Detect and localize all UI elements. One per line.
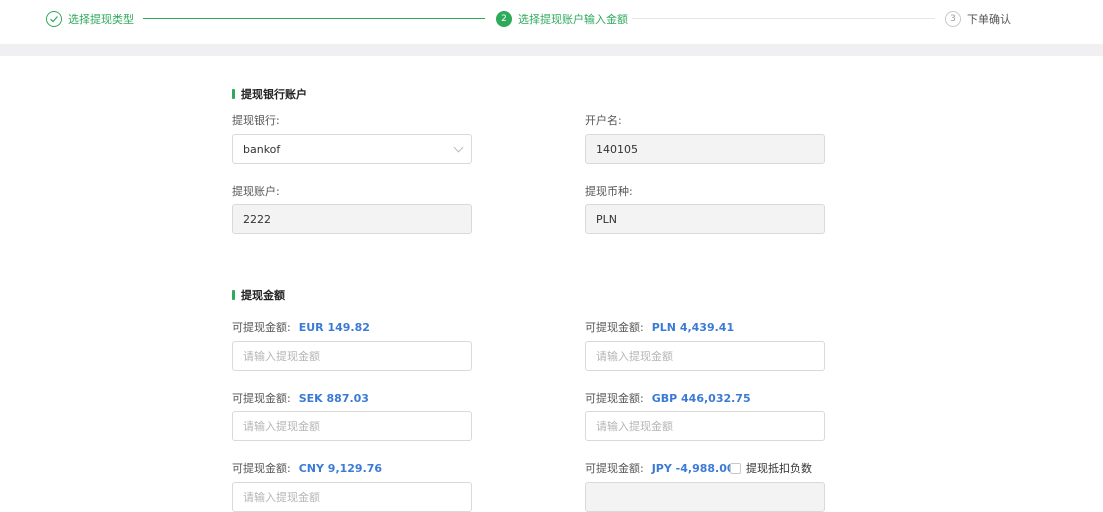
available-amount-label: 可提现金额: EUR 149.82 <box>232 319 370 335</box>
account-number-value: 2222 <box>243 212 271 226</box>
step-connector <box>632 18 935 19</box>
withdraw-amount-input-cny[interactable] <box>232 482 472 512</box>
section-title-text: 提现银行账户 <box>241 88 307 101</box>
available-amount-eur: EUR 149.82 <box>298 321 370 334</box>
account-number-label: 提现账户: <box>232 185 280 198</box>
available-amount-label: 可提现金额: GBP 446,032.75 <box>585 390 751 406</box>
account-holder-field: 140105 <box>585 134 825 164</box>
title-accent-mark <box>232 290 235 300</box>
withdraw-amount-input-jpy-disabled <box>585 482 825 512</box>
title-accent-mark <box>232 89 235 99</box>
bank-section-title: 提现银行账户 <box>232 86 307 102</box>
account-number-field: 2222 <box>232 204 472 234</box>
progress-stepper: 选择提现类型 2 选择提现账户输入金额 3 下单确认 <box>0 0 1103 40</box>
available-label-text: 可提现金额: <box>232 462 291 475</box>
currency-field: PLN <box>585 204 825 234</box>
available-amount-label: 可提现金额: CNY 9,129.76 <box>232 460 382 476</box>
withdraw-amount-input-eur[interactable] <box>232 341 472 371</box>
available-amount-gbp: GBP 446,032.75 <box>651 392 751 405</box>
available-amount-label: 可提现金额: SEK 887.03 <box>232 390 369 406</box>
available-amount-label: 可提现金额: JPY -4,988.00 <box>585 460 735 476</box>
bank-label: 提现银行: <box>232 114 280 127</box>
withdraw-amount-input-sek[interactable] <box>232 411 472 441</box>
available-label-text: 可提现金额: <box>585 462 644 475</box>
withdraw-amount-input-gbp[interactable] <box>585 411 825 441</box>
account-holder-value: 140105 <box>596 142 638 156</box>
chevron-down-icon <box>453 142 464 153</box>
available-amount-label: 可提现金额: PLN 4,439.41 <box>585 319 734 335</box>
step-label: 选择提现账户输入金额 <box>518 13 628 26</box>
available-amount-cny: CNY 9,129.76 <box>298 462 383 475</box>
available-label-text: 可提现金额: <box>585 392 644 405</box>
available-label-text: 可提现金额: <box>232 392 291 405</box>
section-divider <box>0 44 1103 56</box>
withdraw-amount-input-pln[interactable] <box>585 341 825 371</box>
available-label-text: 可提现金额: <box>232 321 291 334</box>
step-label: 选择提现类型 <box>68 13 134 26</box>
currency-label: 提现币种: <box>585 185 633 198</box>
step-label: 下单确认 <box>967 13 1011 26</box>
step-number-badge: 2 <box>496 11 512 27</box>
available-amount-jpy: JPY -4,988.00 <box>651 462 735 475</box>
currency-value: PLN <box>596 212 617 226</box>
bank-select-value: bankof <box>243 142 281 156</box>
available-label-text: 可提现金额: <box>585 321 644 334</box>
available-amount-pln: PLN 4,439.41 <box>651 321 735 334</box>
step-select-account: 2 选择提现账户输入金额 <box>496 10 628 28</box>
step-connector <box>143 18 485 19</box>
deduct-negative-label: 提现抵扣负数 <box>746 462 812 475</box>
deduct-negative-checkbox[interactable]: 提现抵扣负数 <box>730 460 812 476</box>
step-select-type: 选择提现类型 <box>46 10 134 28</box>
step-number-badge: 3 <box>945 11 961 27</box>
available-amount-sek: SEK 887.03 <box>298 392 369 405</box>
section-title-text: 提现金额 <box>241 289 285 302</box>
account-holder-label: 开户名: <box>585 114 622 127</box>
check-icon <box>46 11 62 27</box>
checkbox-box[interactable] <box>730 462 741 474</box>
bank-select[interactable]: bankof <box>232 134 472 164</box>
step-confirm-order: 3 下单确认 <box>945 10 1011 28</box>
amount-section-title: 提现金额 <box>232 287 285 303</box>
